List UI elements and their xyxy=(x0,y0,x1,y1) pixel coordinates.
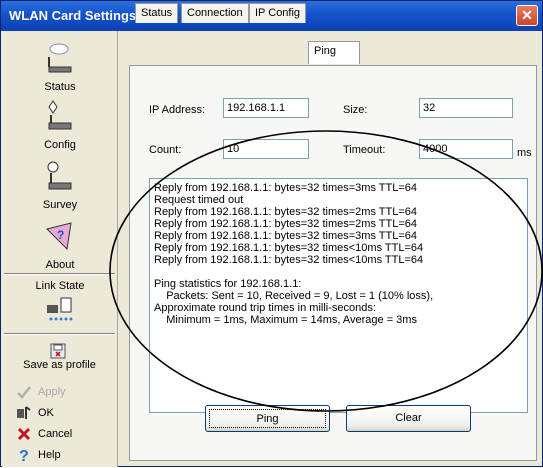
help-label: Help xyxy=(38,449,61,461)
clear-button-label: Clear xyxy=(395,412,422,424)
sidebar-item-label: Config xyxy=(44,139,76,151)
cancel-label: Cancel xyxy=(38,428,73,440)
close-icon: ✕ xyxy=(521,7,533,23)
ok-icon xyxy=(16,405,32,421)
sidebar-item-label: Status xyxy=(44,81,76,93)
size-input[interactable] xyxy=(419,98,513,118)
survey-icon xyxy=(47,161,72,190)
ping-output[interactable]: Reply from 192.168.1.1: bytes=32 times=3… xyxy=(149,178,528,413)
window-title: WLAN Card Settings xyxy=(9,8,137,23)
tab-label: Ping xyxy=(314,45,337,57)
tab-label: Status xyxy=(141,7,173,19)
divider xyxy=(4,273,115,275)
sidebar-item-label: About xyxy=(45,259,75,271)
svg-text:?: ? xyxy=(57,228,64,242)
tab-label: Connection xyxy=(187,7,243,19)
sidebar: Status Config Survey ? About Link State … xyxy=(2,31,118,467)
divider xyxy=(4,333,115,335)
timeout-input[interactable] xyxy=(419,139,513,159)
close-button[interactable]: ✕ xyxy=(516,5,538,26)
link-state-label: Link State xyxy=(35,280,85,292)
clear-button[interactable]: Clear xyxy=(346,405,471,432)
help-question-icon: ? xyxy=(16,447,32,465)
count-label: Count: xyxy=(149,144,182,156)
save-as-profile-label: Save as profile xyxy=(23,359,96,371)
status-icon xyxy=(48,43,72,73)
sidebar-item-config[interactable]: Config xyxy=(5,97,115,153)
tab-ip-config[interactable]: IP Config xyxy=(249,3,307,23)
save-as-profile-button[interactable]: Save as profile xyxy=(2,359,117,371)
svg-text:?: ? xyxy=(19,448,29,463)
focus-rect: Ping xyxy=(209,409,326,428)
about-icon: ? xyxy=(46,222,72,251)
sidebar-item-survey[interactable]: Survey xyxy=(5,157,115,213)
checkmark-icon xyxy=(16,384,32,400)
size-label: Size: xyxy=(343,104,368,116)
config-icon xyxy=(48,100,72,130)
apply-label: Apply xyxy=(38,386,66,398)
link-state-icon xyxy=(47,297,73,321)
wlan-settings-window: WLAN Card Settings ✕ Status Config Surve… xyxy=(0,0,543,467)
ping-button[interactable]: Ping xyxy=(205,405,330,432)
sidebar-item-label: Survey xyxy=(42,199,78,211)
ip-address-label: IP Address: xyxy=(149,104,206,116)
tab-ping[interactable]: Ping xyxy=(308,41,360,64)
timeout-label: Timeout: xyxy=(343,144,386,156)
tab-label: IP Config xyxy=(255,7,301,19)
save-profile-icon xyxy=(50,343,66,359)
count-input[interactable] xyxy=(223,139,309,159)
sidebar-item-about[interactable]: ? About xyxy=(5,217,115,273)
sidebar-item-status[interactable]: Status xyxy=(5,39,115,95)
cancel-x-icon xyxy=(16,426,32,442)
tab-status[interactable]: Status xyxy=(135,3,179,23)
ip-address-input[interactable] xyxy=(223,98,309,118)
ok-label: OK xyxy=(38,407,54,419)
timeout-unit: ms xyxy=(517,147,532,159)
link-state: Link State xyxy=(5,279,115,335)
tab-connection[interactable]: Connection xyxy=(181,3,249,23)
ping-button-label: Ping xyxy=(256,413,279,425)
